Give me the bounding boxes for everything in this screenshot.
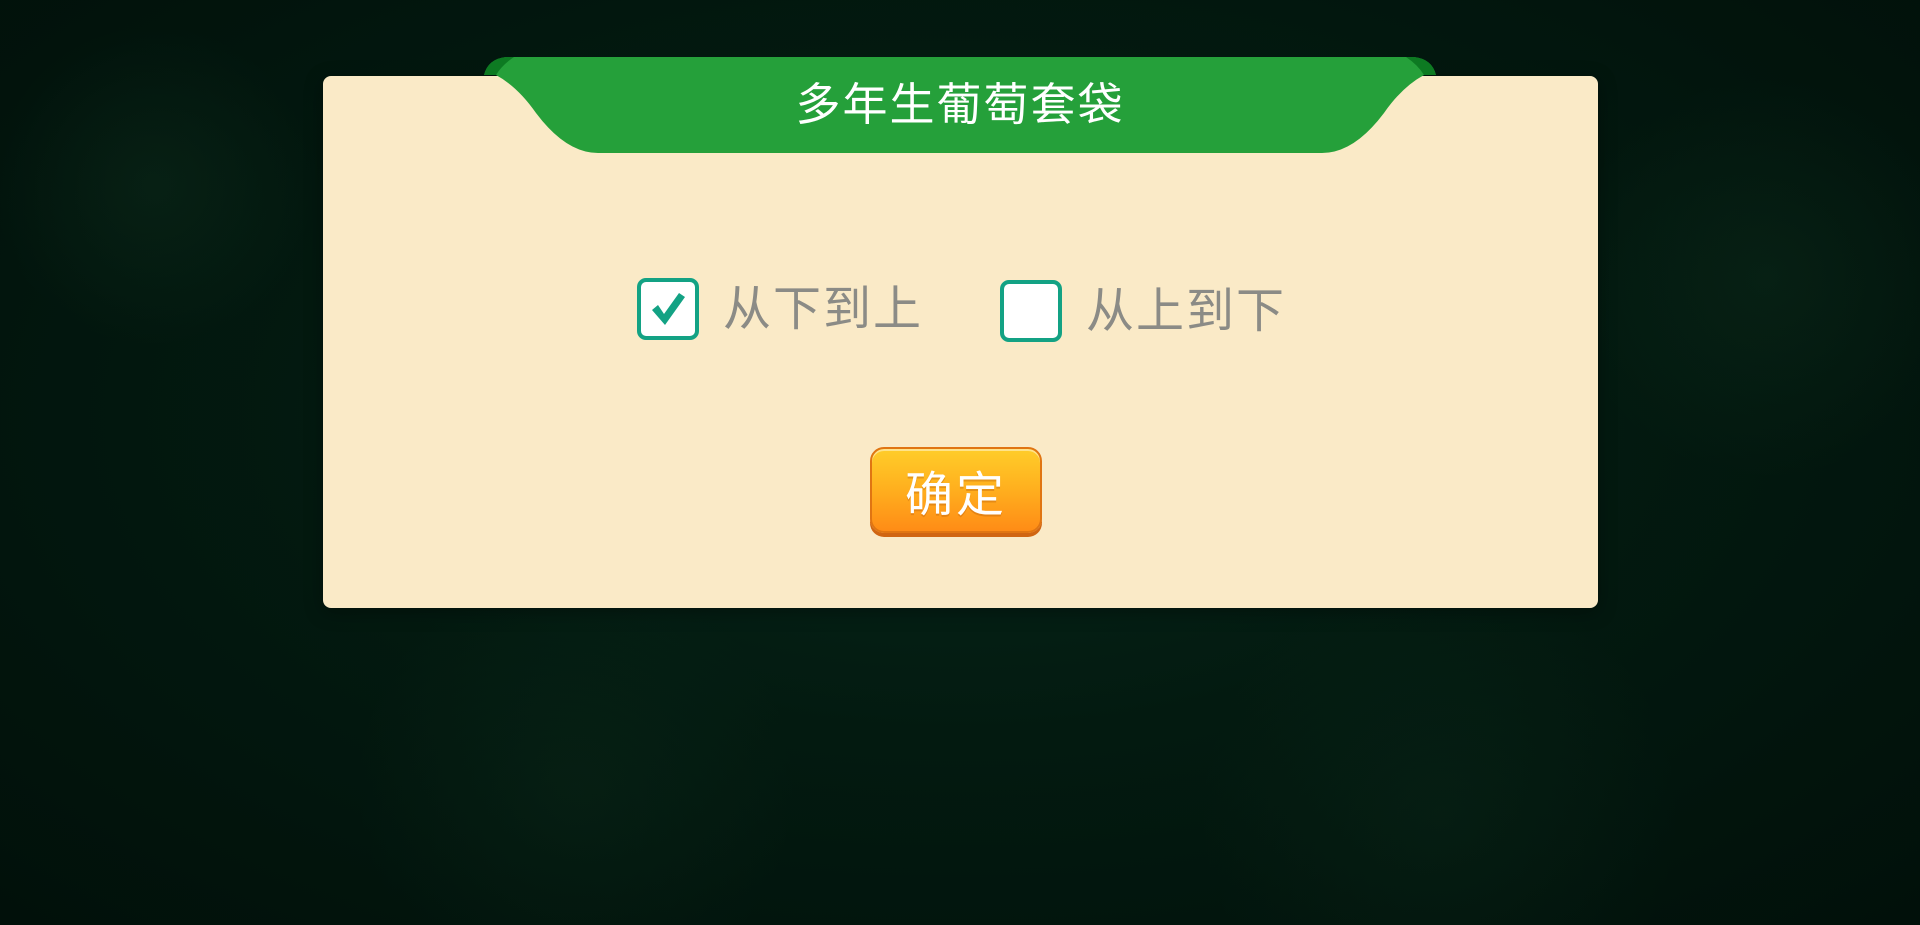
option-top-to-bottom[interactable]: 从上到下 <box>1000 280 1286 342</box>
confirm-button[interactable]: 确定 <box>870 447 1042 533</box>
checkbox-top-to-bottom[interactable] <box>1000 280 1062 342</box>
checkbox-bottom-to-top[interactable] <box>637 278 699 340</box>
check-icon <box>652 293 685 325</box>
option-label-bottom-to-top: 从下到上 <box>723 281 924 337</box>
dialog-title: 多年生葡萄套袋 <box>795 78 1125 131</box>
option-label-top-to-bottom: 从上到下 <box>1086 283 1287 339</box>
option-bottom-to-top[interactable]: 从下到上 <box>637 278 923 340</box>
title-ribbon: 多年生葡萄套袋 <box>484 57 1436 153</box>
